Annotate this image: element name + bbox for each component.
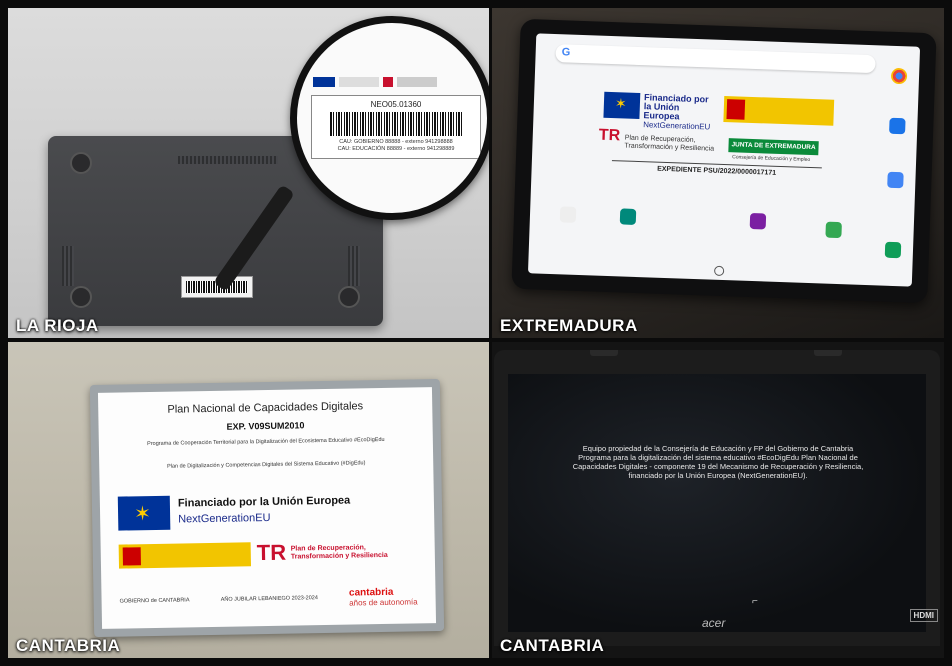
meet-icon[interactable]: [619, 208, 637, 225]
mouse-cursor-icon: ⌐: [752, 596, 758, 607]
spain-government-logo: [723, 95, 835, 126]
cantabria-word: cantabria: [348, 586, 394, 599]
bezel-tab: [814, 350, 842, 356]
laptop-lid: Equipo propiedad de la Consejería de Edu…: [494, 350, 940, 646]
hdmi-port-label: HDMI: [909, 609, 938, 622]
eu-funding-logo: Financiado por la Unión Europea NextGene…: [603, 91, 714, 131]
phone-icon[interactable]: [884, 241, 902, 259]
google-apps-folder-icon[interactable]: [559, 206, 577, 223]
region-label: CANTABRIA: [16, 636, 121, 655]
photo-cantabria-laptop: Equipo propiedad de la Consejería de Edu…: [492, 342, 944, 658]
apps-folder-icon[interactable]: [749, 212, 767, 230]
asset-label: NEO05.01360 CAU: GOBIERNO 88888 - extern…: [311, 95, 481, 159]
cau-line: CAU: GOBIERNO 88888 - externo 941298888: [339, 139, 453, 145]
plaque-ngeu: NextGenerationEU: [178, 511, 271, 526]
region-label: EXTREMADURA: [500, 316, 638, 335]
plaque-programa: Programa de Cooperación Territorial para…: [147, 436, 385, 448]
home-button[interactable]: [713, 265, 725, 277]
gobierno-cantabria-logo: GOBIERNO de CANTABRIA: [119, 597, 190, 605]
region-label: CANTABRIA: [500, 636, 605, 655]
ownership-notice: Equipo propiedad de la Consejería de Edu…: [572, 444, 864, 480]
anos-autonomia: años de autonomía: [349, 597, 418, 608]
tr-line2: Transformación y Resiliencia: [624, 142, 715, 153]
air-vent: [178, 156, 278, 164]
tablet: G Financiado por la Unión Europea NextGe…: [511, 18, 937, 304]
eu-flag-icon: [117, 495, 171, 531]
laptop-screen: Equipo propiedad de la Consejería de Edu…: [508, 374, 926, 632]
plaque-logo-row: GOBIERNO de CANTABRIA AÑO JUBILAR LEBANI…: [119, 579, 418, 618]
rubber-foot: [70, 152, 92, 174]
plaque-frame: Plan Nacional de Capacidades Digitales E…: [89, 378, 445, 638]
tr-logo-icon: TR: [598, 126, 621, 145]
barcode: [330, 112, 462, 136]
cau-contacts: CAU: GOBIERNO 88888 - externo 941298888 …: [318, 139, 474, 153]
calendar-icon[interactable]: [887, 171, 904, 189]
recovery-plan-text: Plan de Recuperación, Transformación y R…: [291, 544, 388, 562]
cau-line: CAU: EDUCACIÓN 88889 - externo 941298889: [337, 146, 455, 152]
rubber-foot: [70, 286, 92, 308]
plaque-expediente: EXP. V09SUM2010: [226, 420, 305, 432]
junta-subtitle: Consejería de Educación y Empleo: [732, 154, 811, 164]
google-icon: G: [561, 46, 571, 59]
chrome-icon[interactable]: [890, 67, 908, 85]
tablet-screen: G Financiado por la Unión Europea NextGe…: [527, 33, 921, 287]
recovery-plan-logo: TR Plan de Recuperación, Transformación …: [599, 127, 715, 154]
plaque-financiado: Financiado por la Unión Europea: [177, 494, 351, 510]
tr-line2: Transformación y Resiliencia: [290, 551, 388, 561]
eu-line2: la Unión Europea: [643, 101, 680, 122]
photo-cantabria-plaque: Plan Nacional de Capacidades Digitales E…: [8, 342, 489, 658]
asset-code: NEO05.01360: [370, 100, 422, 109]
ministry-logo: [339, 77, 379, 87]
photo-extremadura: G Financiado por la Unión Europea NextGe…: [492, 8, 944, 338]
funding-logos: [313, 75, 473, 89]
plaque: Plan Nacional de Capacidades Digitales E…: [97, 387, 437, 629]
tr-logo-icon: [383, 77, 393, 87]
acer-logo: acer: [702, 616, 726, 630]
google-search-bar[interactable]: G: [555, 44, 876, 74]
recovery-plan-logo: [397, 77, 437, 87]
play-store-icon[interactable]: [825, 221, 842, 239]
speaker-vent: [348, 246, 360, 286]
speaker-vent: [62, 246, 74, 286]
cantabria-autonomia-logo: cantabria años de autonomía: [348, 586, 418, 608]
spain-government-logo: [118, 542, 252, 569]
eu-line3: NextGenerationEU: [643, 120, 711, 132]
ano-jubilar-logo: AÑO JUBILAR LEBANIEGO 2023-2024: [220, 594, 318, 603]
bezel-tab: [590, 350, 618, 356]
plaque-title: Plan Nacional de Capacidades Digitales: [167, 400, 364, 416]
junta-extremadura-logo: JUNTA DE EXTREMADURA: [728, 138, 819, 156]
tr-logo-icon: TR: [256, 539, 287, 566]
messages-icon[interactable]: [889, 117, 906, 135]
rubber-foot: [338, 286, 360, 308]
region-label: LA RIOJA: [16, 316, 99, 335]
photo-la-rioja: NEO05.01360 CAU: GOBIERNO 88888 - extern…: [8, 8, 489, 338]
plaque-plan: Plan de Digitalización y Competencias Di…: [167, 460, 366, 470]
magnifier-lens: NEO05.01360 CAU: GOBIERNO 88888 - extern…: [290, 16, 489, 220]
eu-flag-icon: [603, 91, 641, 120]
expediente-number: EXPEDIENTE PSU/2022/0000017171: [657, 165, 777, 177]
eu-flag-icon: [313, 77, 335, 87]
